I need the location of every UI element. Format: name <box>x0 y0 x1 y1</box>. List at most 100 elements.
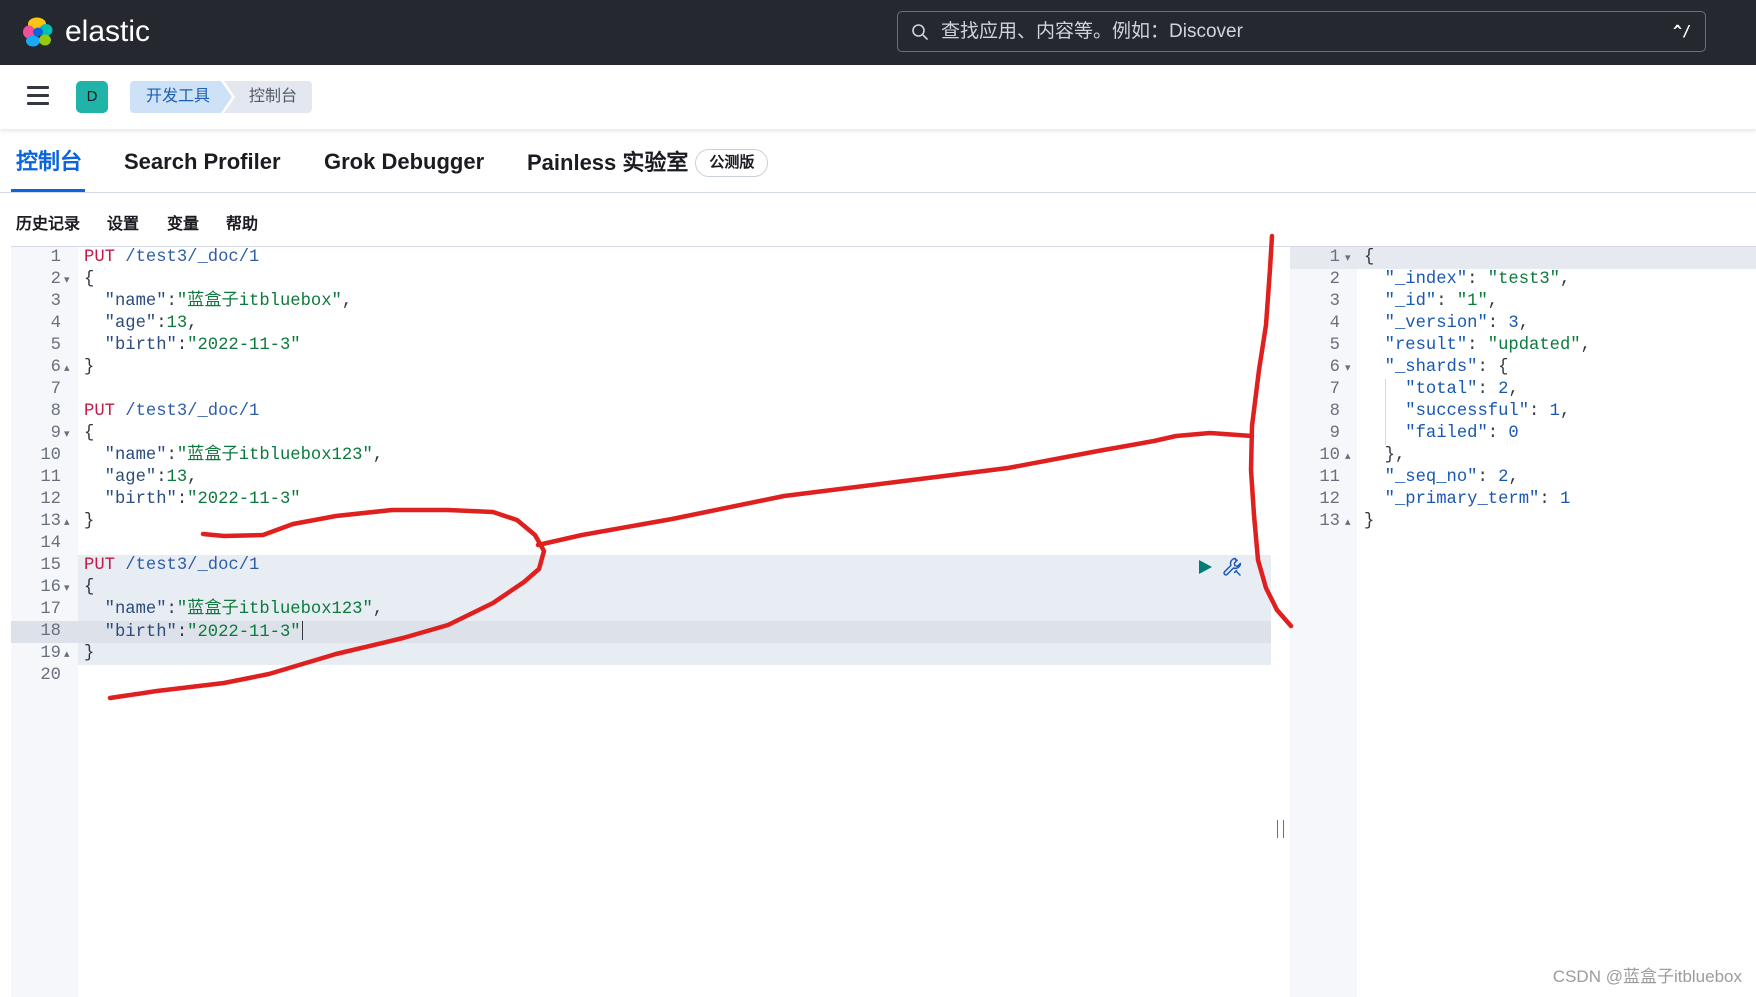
code-text[interactable] <box>78 665 1271 687</box>
menu-help[interactable]: 帮助 <box>226 215 258 235</box>
menu-settings[interactable]: 设置 <box>107 215 139 235</box>
request-line[interactable]: 16 ▾ { <box>11 577 1271 599</box>
code-text[interactable] <box>78 533 1271 555</box>
request-line[interactable]: 18 "birth":"2022-11-3" <box>11 621 1271 643</box>
line-number: 3 <box>50 292 61 311</box>
gutter-cell: 12 <box>1290 489 1357 511</box>
gutter-cell: 5 <box>11 335 78 357</box>
code-text[interactable]: "birth":"2022-11-3" <box>78 621 1271 643</box>
line-number: 18 <box>40 622 61 641</box>
request-line[interactable]: 17 "name":"蓝盒子itbluebox123", <box>11 599 1271 621</box>
fold-close-icon[interactable]: ▴ <box>1345 511 1351 533</box>
fold-open-icon[interactable]: ▾ <box>64 423 70 445</box>
request-line[interactable]: 20 <box>11 665 1271 687</box>
code-text[interactable]: { <box>78 577 1271 599</box>
menu-toggle-button[interactable] <box>27 86 49 106</box>
gutter-cell: 17 <box>11 599 78 621</box>
code-text[interactable]: "name":"蓝盒子itbluebox", <box>78 291 1271 313</box>
request-line[interactable]: 1 PUT /test3/_doc/1 <box>11 247 1271 269</box>
request-actions-button[interactable] <box>1221 555 1245 579</box>
code-token-string: "test3" <box>1487 270 1560 289</box>
tab-painless-lab[interactable]: Painless 实验室 公测版 <box>527 149 769 177</box>
fold-open-icon[interactable]: ▾ <box>1345 247 1351 269</box>
fold-close-icon[interactable]: ▴ <box>64 511 70 533</box>
tab-console[interactable]: 控制台 <box>16 149 82 175</box>
request-line[interactable]: 13 ▴} <box>11 511 1271 533</box>
request-line[interactable]: 19 ▴} <box>11 643 1271 665</box>
code-token-punct: , <box>1560 402 1571 421</box>
code-text[interactable]: "age":13, <box>78 467 1271 489</box>
request-line[interactable]: 14 <box>11 533 1271 555</box>
code-text[interactable]: } <box>78 357 1271 379</box>
gutter-cell: 13 ▴ <box>1290 511 1357 533</box>
brand-name[interactable]: elastic <box>65 16 150 48</box>
hamburger-icon <box>27 94 49 97</box>
send-request-button[interactable] <box>1196 558 1214 576</box>
menu-history[interactable]: 历史记录 <box>16 215 80 235</box>
tab-grok-debugger[interactable]: Grok Debugger <box>324 149 484 175</box>
response-viewer[interactable]: 1 ▾{2 "_index": "test3", 3 "_id": "1", 4 "_… <box>1290 247 1756 997</box>
code-text[interactable]: { <box>78 269 1271 291</box>
menu-variables[interactable]: 变量 <box>167 215 199 235</box>
code-token-punct: : <box>166 292 177 311</box>
code-token-punct: : <box>1477 380 1499 399</box>
code-text[interactable]: "birth":"2022-11-3" <box>78 489 1271 511</box>
request-line[interactable]: 10 "name":"蓝盒子itbluebox123", <box>11 445 1271 467</box>
request-line[interactable]: 15 PUT /test3/_doc/1 <box>11 555 1271 577</box>
code-token-method: PUT <box>84 248 115 267</box>
space-avatar[interactable]: D <box>76 81 108 113</box>
code-text[interactable]: "age":13, <box>78 313 1271 335</box>
request-line[interactable]: 6 ▴} <box>11 357 1271 379</box>
gutter-cell: 15 <box>11 555 78 577</box>
request-line[interactable]: 12 "birth":"2022-11-3" <box>11 489 1271 511</box>
request-editor[interactable]: 1 PUT /test3/_doc/1 2 ▾{3 "name":"蓝盒子itblue… <box>11 247 1271 997</box>
request-line[interactable]: 7 <box>11 379 1271 401</box>
line-number: 1 <box>1329 248 1340 267</box>
code-token-punct: } <box>84 512 95 531</box>
code-text[interactable]: PUT /test3/_doc/1 <box>78 555 1271 577</box>
fold-open-icon[interactable]: ▾ <box>1345 357 1351 379</box>
tab-search-profiler[interactable]: Search Profiler <box>124 149 281 175</box>
code-token-key: "_index" <box>1364 270 1468 289</box>
fold-close-icon[interactable]: ▴ <box>64 643 70 665</box>
request-line[interactable]: 4 "age":13, <box>11 313 1271 335</box>
line-number: 4 <box>1329 314 1340 333</box>
gutter-cell: 6 ▾ <box>1290 357 1357 379</box>
code-token-punct: , <box>341 292 353 311</box>
response-line: 3 "_id": "1", <box>1290 291 1756 313</box>
code-text[interactable]: PUT /test3/_doc/1 <box>78 247 1271 269</box>
code-text[interactable]: } <box>78 643 1271 665</box>
search-input[interactable] <box>941 16 1641 47</box>
elastic-logo-icon[interactable] <box>21 15 55 49</box>
request-line[interactable]: 9 ▾ { <box>11 423 1271 445</box>
global-search[interactable]: ^/ <box>897 11 1706 52</box>
code-text[interactable]: "name":"蓝盒子itbluebox123", <box>78 445 1271 467</box>
panel-resize-handle[interactable] <box>1277 820 1284 838</box>
code-token-string: "updated" <box>1487 336 1581 355</box>
fold-open-icon[interactable]: ▾ <box>64 577 70 599</box>
code-text[interactable]: { <box>78 423 1271 445</box>
code-text[interactable] <box>78 379 1271 401</box>
line-number: 6 <box>50 358 61 377</box>
fold-close-icon[interactable]: ▴ <box>1345 445 1351 467</box>
request-line[interactable]: 8 PUT /test3/_doc/1 <box>11 401 1271 423</box>
line-number: 8 <box>1329 402 1340 421</box>
code-text[interactable]: "birth":"2022-11-3" <box>78 335 1271 357</box>
code-text[interactable]: "name":"蓝盒子itbluebox123", <box>78 599 1271 621</box>
code-token-number: 13 <box>166 314 188 333</box>
code-token-punct: : <box>176 336 188 355</box>
request-line[interactable]: 11 "age":13, <box>11 467 1271 489</box>
request-lines[interactable]: 1 PUT /test3/_doc/1 2 ▾{3 "name":"蓝盒子itblue… <box>11 247 1271 687</box>
code-token-number: 0 <box>1508 424 1519 443</box>
request-line[interactable]: 3 "name":"蓝盒子itbluebox", <box>11 291 1271 313</box>
fold-open-icon[interactable]: ▾ <box>64 269 70 291</box>
code-text[interactable]: } <box>78 511 1271 533</box>
fold-close-icon[interactable]: ▴ <box>64 357 70 379</box>
breadcrumb-dev-tools[interactable]: 开发工具 <box>130 81 232 113</box>
request-line[interactable]: 5 "birth":"2022-11-3" <box>11 335 1271 357</box>
code-text: "_index": "test3", <box>1357 269 1756 291</box>
code-token-key: "successful" <box>1364 402 1530 421</box>
code-text[interactable]: PUT /test3/_doc/1 <box>78 401 1271 423</box>
code-token-key: "age" <box>84 468 157 487</box>
request-line[interactable]: 2 ▾ { <box>11 269 1271 291</box>
